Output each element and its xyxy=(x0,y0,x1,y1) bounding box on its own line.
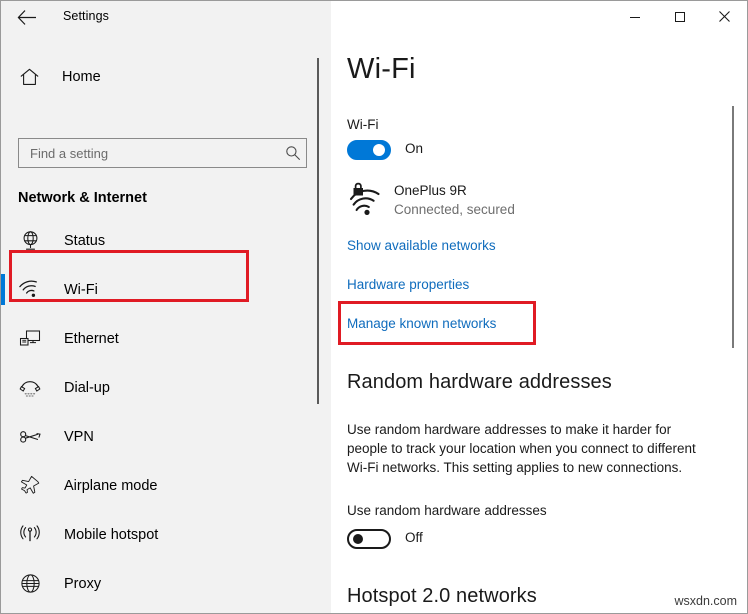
sidebar-item-ethernet-label: Ethernet xyxy=(64,330,119,347)
sidebar-item-wi-fi[interactable]: Wi-Fi xyxy=(1,265,331,314)
random-hardware-toggle-state: Off xyxy=(405,530,423,545)
link-show-available-networks[interactable]: Show available networks xyxy=(347,238,496,253)
watermark: wsxdn.com xyxy=(674,594,737,608)
sidebar-item-status-label: Status xyxy=(64,232,106,249)
minimize-button[interactable] xyxy=(612,1,657,32)
sidebar-category-title: Network & Internet xyxy=(18,190,147,206)
sidebar-item-vpn[interactable]: VPN xyxy=(1,412,331,461)
sidebar-item-mobile-hotspot-label: Mobile hotspot xyxy=(64,526,159,543)
close-icon xyxy=(719,11,730,22)
minimize-icon xyxy=(629,16,640,18)
settings-window: Settings Home Find a setting Network & I… xyxy=(0,0,748,614)
random-hardware-toggle-label: Use random hardware addresses xyxy=(347,503,547,518)
status-globe-icon xyxy=(18,229,42,253)
sidebar-item-mobile-hotspot[interactable]: Mobile hotspot xyxy=(1,510,331,559)
random-hardware-description: Use random hardware addresses to make it… xyxy=(347,422,696,475)
back-arrow-icon xyxy=(17,10,36,25)
toggle-knob xyxy=(353,534,363,544)
sidebar-item-dial-up[interactable]: Dial-up xyxy=(1,363,331,412)
connected-network-status: Connected, secured xyxy=(394,202,515,217)
sidebar-item-vpn-label: VPN xyxy=(64,428,94,445)
mobile-hotspot-icon xyxy=(18,523,42,547)
hotspot-heading: Hotspot 2.0 networks xyxy=(347,585,537,607)
vpn-key-icon xyxy=(18,425,42,449)
sidebar-item-home-label: Home xyxy=(62,69,101,85)
sidebar-item-wi-fi-label: Wi-Fi xyxy=(64,281,98,298)
search-box[interactable] xyxy=(18,138,307,168)
maximize-icon xyxy=(674,11,685,22)
dialup-phone-icon xyxy=(18,376,42,400)
sidebar-scrollbar[interactable] xyxy=(317,58,319,404)
window-controls xyxy=(612,1,747,32)
sidebar-item-airplane-mode-label: Airplane mode xyxy=(64,477,158,494)
random-hardware-heading: Random hardware addresses xyxy=(347,371,612,393)
title-bar: Settings xyxy=(1,1,747,34)
sidebar: Home Network & Internet xyxy=(1,34,331,613)
wifi-toggle-state: On xyxy=(405,141,424,156)
connected-network-row[interactable]: OnePlus 9R Connected, secured xyxy=(347,182,647,226)
wifi-secured-icon xyxy=(347,182,387,222)
search-icon[interactable] xyxy=(280,140,306,166)
page-title: Wi-Fi xyxy=(347,53,416,85)
wifi-toggle[interactable] xyxy=(347,140,391,160)
link-manage-known-networks[interactable]: Manage known networks xyxy=(347,316,496,331)
airplane-icon xyxy=(18,474,42,498)
sidebar-item-home[interactable]: Home xyxy=(1,60,301,94)
connected-network-name: OnePlus 9R xyxy=(394,183,467,198)
ethernet-icon xyxy=(18,327,42,351)
window-title: Settings xyxy=(63,9,109,23)
back-button[interactable] xyxy=(9,3,43,32)
close-button[interactable] xyxy=(702,1,747,32)
wifi-icon xyxy=(18,278,42,302)
toggle-knob xyxy=(373,144,385,156)
wifi-toggle-label: Wi-Fi xyxy=(347,117,379,132)
content-scrollbar[interactable] xyxy=(732,106,734,348)
home-icon xyxy=(17,65,41,89)
sidebar-item-proxy-label: Proxy xyxy=(64,575,102,592)
sidebar-nav-list: Status Wi-Fi Ethernet Dial-up VPN Airpla… xyxy=(1,216,331,608)
proxy-globe-icon xyxy=(18,572,42,596)
link-hardware-properties[interactable]: Hardware properties xyxy=(347,277,469,292)
content-pane: Wi-Fi Wi-Fi On OnePlus 9R Connected, sec… xyxy=(331,34,747,613)
selection-indicator xyxy=(1,274,5,305)
sidebar-item-ethernet[interactable]: Ethernet xyxy=(1,314,331,363)
random-hardware-toggle[interactable] xyxy=(347,529,391,549)
title-bar-left-pane xyxy=(1,1,331,34)
sidebar-item-airplane-mode[interactable]: Airplane mode xyxy=(1,461,331,510)
sidebar-item-proxy[interactable]: Proxy xyxy=(1,559,331,608)
sidebar-item-dial-up-label: Dial-up xyxy=(64,379,110,396)
sidebar-item-status[interactable]: Status xyxy=(1,216,331,265)
maximize-button[interactable] xyxy=(657,1,702,32)
search-input[interactable] xyxy=(19,139,280,167)
